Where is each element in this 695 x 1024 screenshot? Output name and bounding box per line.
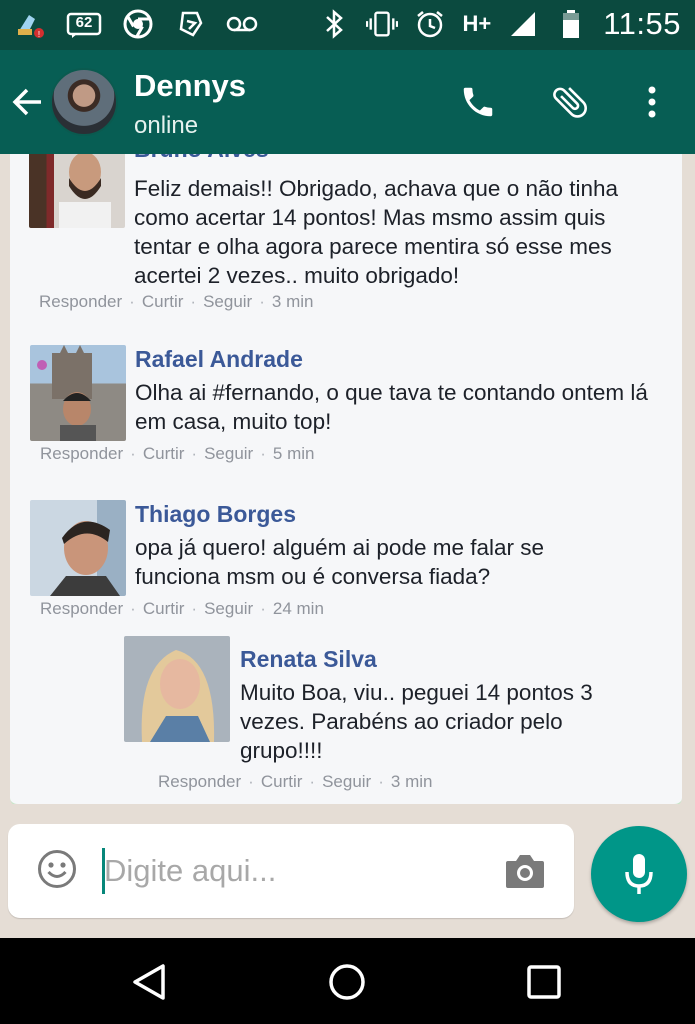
like-link[interactable]: Curtir <box>143 599 185 618</box>
attach-button[interactable] <box>548 80 592 124</box>
contact-avatar[interactable] <box>50 68 118 136</box>
follow-link[interactable]: Seguir <box>204 599 253 618</box>
reply-link[interactable]: Responder <box>158 772 241 791</box>
comment-actions: Responder · Curtir · Seguir · 3 min <box>158 772 433 791</box>
reply-link[interactable]: Responder <box>39 292 122 311</box>
notification-count-icon: 62 <box>66 8 102 40</box>
message-input[interactable] <box>104 846 494 896</box>
commenter-name[interactable]: Rafael Andrade <box>135 346 303 373</box>
follow-link[interactable]: Seguir <box>322 772 371 791</box>
battery-icon <box>555 8 587 40</box>
comment-text: Olha ai #fernando, o que tava te contand… <box>135 380 648 434</box>
emoji-button[interactable] <box>36 848 78 890</box>
follow-link[interactable]: Seguir <box>203 292 252 311</box>
nav-home-button[interactable] <box>325 960 369 1004</box>
camera-icon <box>506 855 544 888</box>
comment-reply: Renata Silva Muito Boa, viu.. peguei 14 … <box>120 636 682 804</box>
bluetooth-icon <box>318 8 350 40</box>
comment-actions: Responder · Curtir · Seguir · 3 min <box>39 292 314 311</box>
smiley-icon <box>38 850 76 888</box>
commenter-name[interactable]: Thiago Borges <box>135 501 296 528</box>
nav-back-button[interactable] <box>127 960 171 1004</box>
nav-recents-button[interactable] <box>522 960 566 1004</box>
alarm-icon <box>414 8 446 40</box>
microphone-icon <box>625 854 653 894</box>
comment-text: opa já quero! alguém ai pode me falar se… <box>135 535 545 589</box>
like-link[interactable]: Curtir <box>142 292 184 311</box>
moto-icon <box>174 8 206 40</box>
compose-bar <box>0 804 695 938</box>
follow-link[interactable]: Seguir <box>204 444 253 463</box>
comment: Bruno Alves Feliz demais!! Obrigado, ach… <box>10 154 682 316</box>
commenter-avatar <box>124 636 230 742</box>
like-link[interactable]: Curtir <box>261 772 303 791</box>
more-vert-icon <box>648 86 656 118</box>
camera-button[interactable] <box>504 852 546 890</box>
svg-text:!: ! <box>38 30 40 39</box>
phone-icon <box>463 87 493 117</box>
like-link[interactable]: Curtir <box>143 444 185 463</box>
notification-count: 62 <box>75 13 93 31</box>
commenter-avatar <box>30 500 126 596</box>
image-message-bubble[interactable]: Bruno Alves Feliz demais!! Obrigado, ach… <box>10 154 682 804</box>
call-button[interactable] <box>456 80 500 124</box>
chrome-icon <box>122 8 154 40</box>
chat-header: Dennys online <box>0 50 695 154</box>
reply-link[interactable]: Responder <box>40 599 123 618</box>
message-composer[interactable] <box>8 824 574 918</box>
contact-name[interactable]: Dennys <box>134 68 246 104</box>
comment-time: 24 min <box>272 599 324 618</box>
comment-actions: Responder · Curtir · Seguir · 5 min <box>40 444 315 463</box>
comment-text: Feliz demais!! Obrigado, achava que o nã… <box>134 176 619 288</box>
network-type: H+ <box>462 11 492 36</box>
vibrate-icon <box>366 8 399 40</box>
system-nav-bar <box>0 938 695 1024</box>
comment-time: 3 min <box>271 292 314 311</box>
comment-actions: Responder · Curtir · Seguir · 24 min <box>40 599 324 618</box>
signal-icon <box>507 8 539 40</box>
comment: Rafael Andrade Olha ai #fernando, o que … <box>10 336 682 476</box>
square-recents-icon <box>527 965 561 999</box>
paperclip-icon <box>553 87 588 118</box>
cleaner-icon: ! <box>14 8 46 40</box>
comment-time: 3 min <box>390 772 433 791</box>
commenter-name[interactable]: Bruno Alves <box>134 154 269 163</box>
comment-time: 5 min <box>272 444 315 463</box>
status-bar: ! 62 H+ 11:55 <box>0 0 695 50</box>
comment: Thiago Borges opa já quero! alguém ai po… <box>10 491 682 631</box>
triangle-back-icon <box>133 964 165 1000</box>
commenter-avatar <box>30 345 126 441</box>
commenter-name[interactable]: Renata Silva <box>240 646 377 673</box>
comment-text: Muito Boa, viu.. peguei 14 pontos 3 veze… <box>240 680 593 763</box>
arrow-left-icon <box>12 88 41 116</box>
back-button[interactable] <box>6 78 50 126</box>
chat-area[interactable]: Bruno Alves Feliz demais!! Obrigado, ach… <box>0 154 695 804</box>
more-options-button[interactable] <box>630 80 674 124</box>
contact-status: online <box>134 112 199 139</box>
voice-record-button[interactable] <box>591 826 687 922</box>
voicemail-icon <box>226 8 258 40</box>
circle-home-icon <box>329 964 365 1000</box>
reply-link[interactable]: Responder <box>40 444 123 463</box>
clock: 11:55 <box>603 6 681 41</box>
commenter-avatar <box>29 154 125 228</box>
